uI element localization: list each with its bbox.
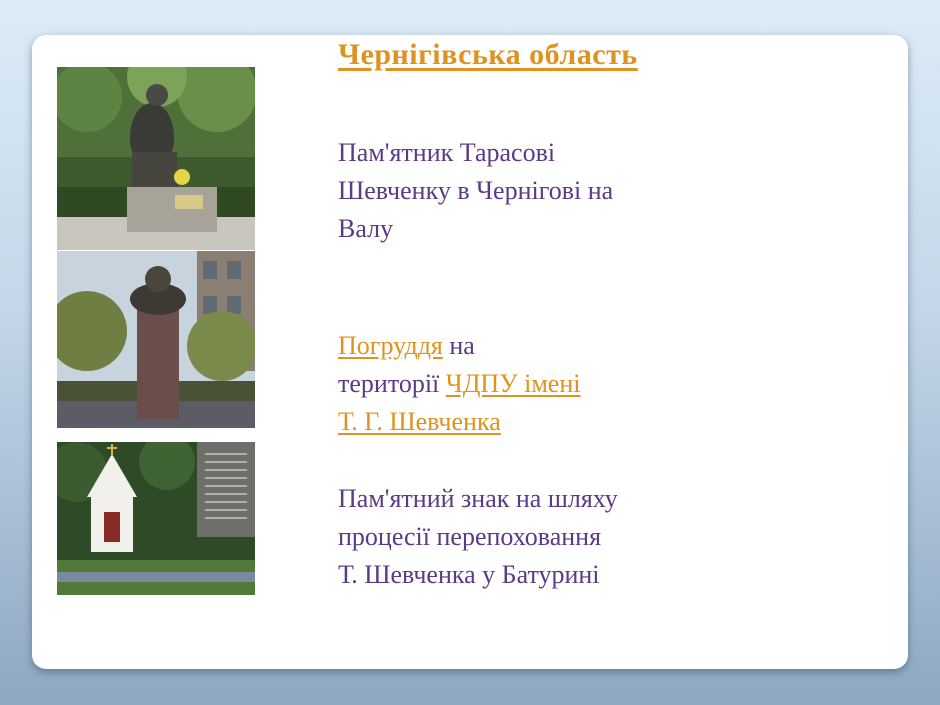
statue-photo (57, 67, 255, 250)
caption-text: території (338, 369, 446, 398)
caption-monument-chernihiv: Пам'ятник Тарасові Шевченку в Чернігові … (338, 134, 613, 248)
caption-line: Т. Г. Шевченка (338, 403, 580, 441)
memorial-sign-photo (57, 442, 255, 595)
caption-line: Пам'ятний знак на шляху (338, 484, 618, 513)
caption-line: Т. Шевченка у Батурині (338, 560, 600, 589)
caption-line: Пам'ятник Тарасові (338, 138, 556, 167)
university-link[interactable]: ЧДПУ імені (446, 369, 581, 398)
page-title: Чернігівська область (338, 38, 638, 71)
shevchenko-link[interactable]: Т. Г. Шевченка (338, 407, 501, 436)
caption-text: на (442, 331, 475, 360)
caption-memorial-sign: Пам'ятний знак на шляху процесії перепох… (338, 480, 618, 594)
caption-line: процесії перепоховання (338, 522, 602, 551)
caption-line: території ЧДПУ імені (338, 365, 580, 403)
bust-photo (57, 251, 255, 428)
bust-link[interactable]: Погруддя (338, 331, 443, 360)
caption-line: Шевченку в Чернігові на (338, 176, 614, 205)
caption-line: Валу (338, 214, 394, 243)
caption-line: Погруддя на (338, 327, 580, 365)
caption-bust: Погруддя на території ЧДПУ імені Т. Г. Ш… (338, 327, 580, 441)
